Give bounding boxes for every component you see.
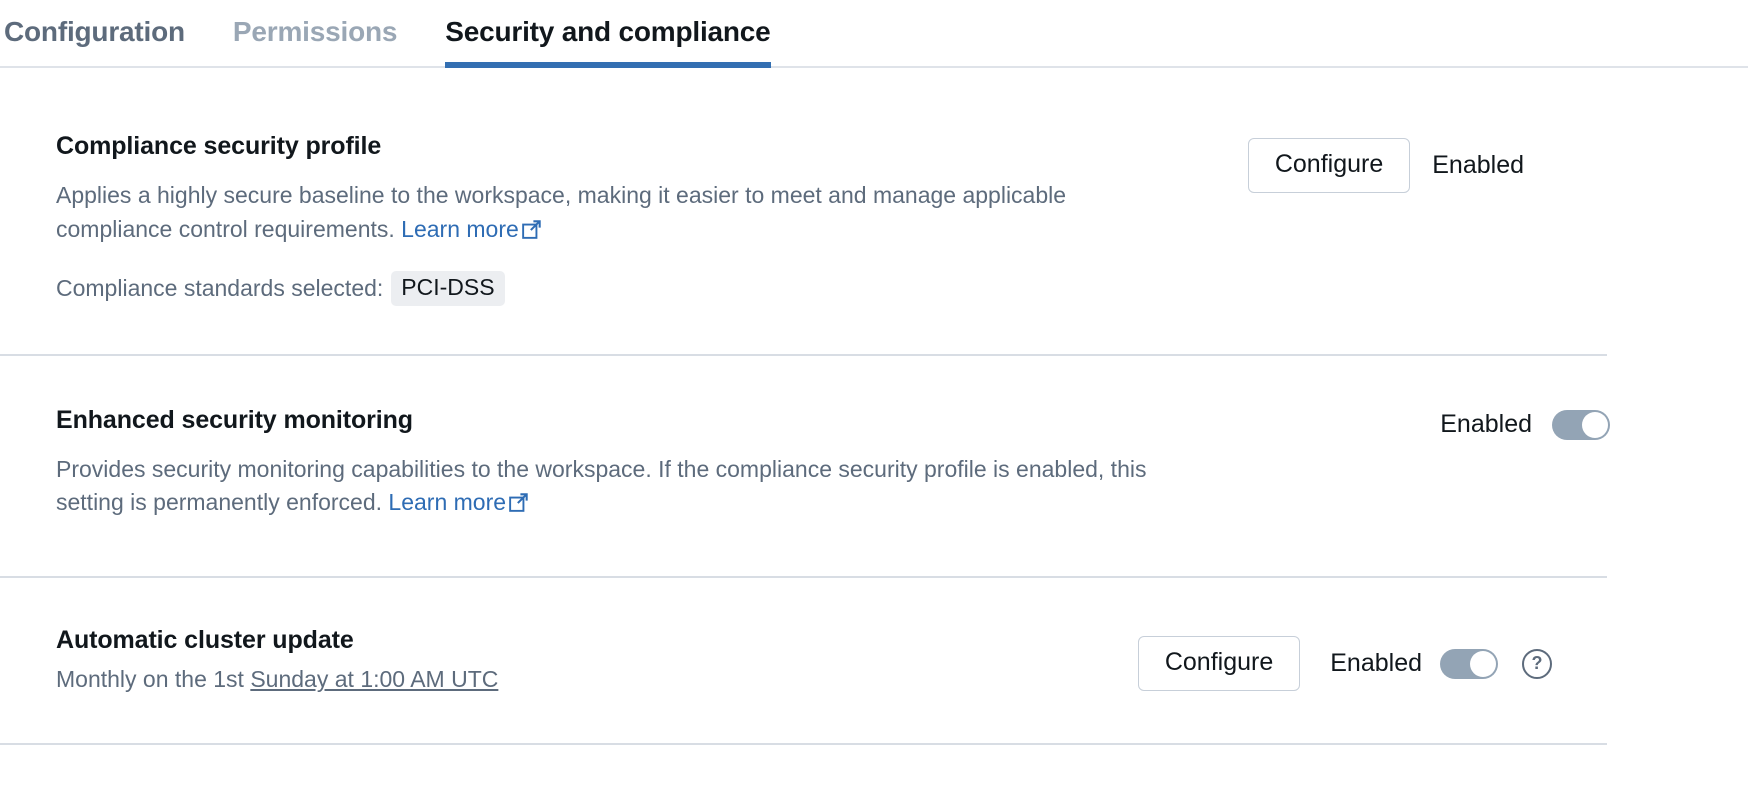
compliance-standards-row: Compliance standards selected: PCI-DSS bbox=[56, 271, 1176, 306]
section-compliance-security-profile: Compliance security profile Applies a hi… bbox=[0, 68, 1748, 354]
enhanced-description-text: Provides security monitoring capabilitie… bbox=[56, 456, 1146, 516]
enhanced-security-monitoring-description: Provides security monitoring capabilitie… bbox=[56, 453, 1176, 523]
compliance-standard-badge: PCI-DSS bbox=[391, 271, 504, 306]
settings-content: Compliance security profile Applies a hi… bbox=[0, 68, 1748, 745]
tab-bar: Configuration Permissions Security and c… bbox=[0, 0, 1748, 68]
compliance-security-profile-description: Applies a highly secure baseline to the … bbox=[56, 179, 1176, 249]
compliance-description-text: Applies a highly secure baseline to the … bbox=[56, 182, 1066, 242]
toggle-knob bbox=[1470, 651, 1496, 677]
enhanced-state-label: Enabled bbox=[1440, 410, 1532, 439]
section-automatic-cluster-update: Automatic cluster update Monthly on the … bbox=[0, 578, 1748, 743]
tab-configuration[interactable]: Configuration bbox=[4, 0, 185, 68]
external-link-icon bbox=[509, 488, 528, 522]
compliance-standards-label: Compliance standards selected: bbox=[56, 275, 383, 302]
automatic-cluster-update-toggle[interactable] bbox=[1440, 649, 1498, 679]
tab-permissions[interactable]: Permissions bbox=[233, 0, 397, 68]
enhanced-learn-more-label: Learn more bbox=[388, 489, 506, 515]
compliance-configure-button[interactable]: Configure bbox=[1248, 138, 1410, 193]
section-enhanced-security-monitoring: Enhanced security monitoring Provides se… bbox=[0, 356, 1748, 577]
enhanced-security-monitoring-toggle[interactable] bbox=[1552, 410, 1610, 440]
compliance-learn-more-label: Learn more bbox=[401, 216, 519, 242]
compliance-learn-more-link[interactable]: Learn more bbox=[401, 216, 541, 242]
automatic-cluster-update-title: Automatic cluster update bbox=[56, 626, 498, 655]
compliance-state-label: Enabled bbox=[1432, 151, 1524, 180]
compliance-security-profile-title: Compliance security profile bbox=[56, 132, 1176, 161]
external-link-icon bbox=[522, 215, 541, 249]
schedule-prefix: Monthly on the 1st bbox=[56, 666, 244, 692]
enhanced-learn-more-link[interactable]: Learn more bbox=[388, 489, 528, 515]
toggle-knob bbox=[1582, 412, 1608, 438]
schedule-link[interactable]: Sunday at 1:00 AM UTC bbox=[250, 666, 498, 692]
help-icon[interactable]: ? bbox=[1522, 649, 1552, 679]
section-divider-3 bbox=[0, 743, 1607, 745]
tab-security-and-compliance[interactable]: Security and compliance bbox=[445, 0, 770, 68]
cluster-update-state-label: Enabled bbox=[1330, 649, 1422, 678]
automatic-cluster-update-schedule: Monthly on the 1st Sunday at 1:00 AM UTC bbox=[56, 663, 498, 697]
tab-permissions-label: Permissions bbox=[233, 16, 397, 47]
cluster-update-configure-button[interactable]: Configure bbox=[1138, 636, 1300, 691]
help-icon-glyph: ? bbox=[1532, 653, 1543, 674]
enhanced-security-monitoring-title: Enhanced security monitoring bbox=[56, 406, 1176, 435]
tab-configuration-label: Configuration bbox=[4, 16, 185, 47]
tab-security-and-compliance-label: Security and compliance bbox=[445, 16, 770, 47]
